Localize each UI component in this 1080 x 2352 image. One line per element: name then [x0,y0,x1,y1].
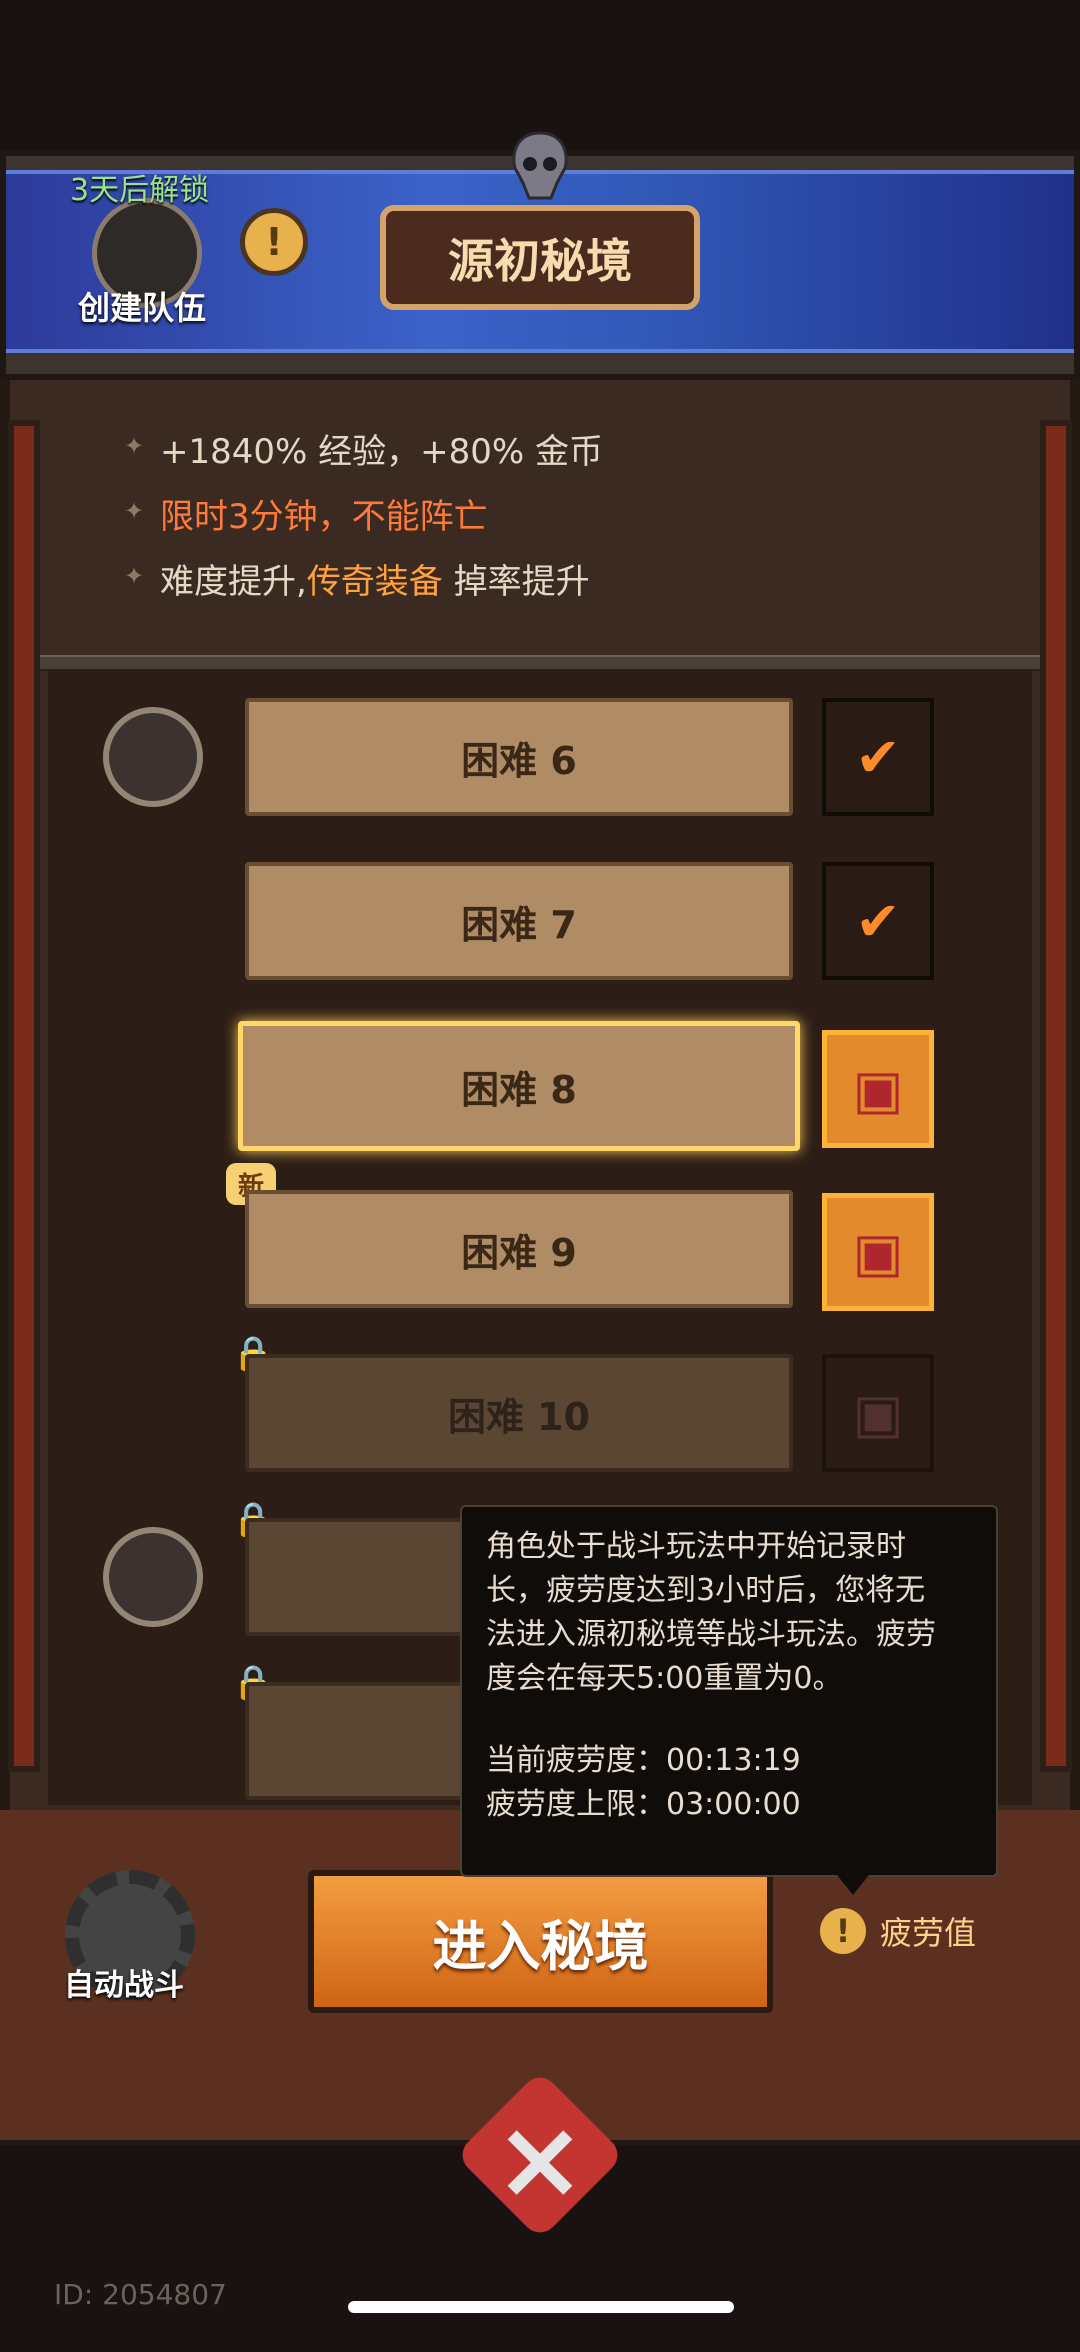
enter-dungeon-button[interactable]: 进入秘境 [308,1870,773,2013]
reward-chest-hard-10[interactable]: ▣ [822,1354,934,1472]
create-team-label: 创建队伍 [78,289,207,327]
level-button-hard-8[interactable]: 困难 8 [238,1021,800,1151]
tooltip-line: 长，疲劳度达到3小时后，您将无 [486,1573,926,1608]
skull-icon [512,131,568,200]
hat-reward-icon[interactable] [103,1527,203,1627]
bullet-icon: ✦ [124,562,145,590]
page-title: 源初秘境 [448,233,632,288]
page-title-plate: 源初秘境 [380,205,700,310]
divider [40,655,1040,671]
level-button-hard-6[interactable]: 困难 6 [245,698,793,816]
reward-chest-hard-7[interactable]: ✔ [822,862,934,980]
fatigue-button[interactable]: ! 疲劳值 [820,1908,976,1954]
reward-chest-hard-6[interactable]: ✔ [822,698,934,816]
fatigue-label: 疲劳值 [880,1914,977,1952]
tooltip-line: 角色处于战斗玩法中开始记录时 [486,1529,906,1564]
chest-icon: ▣ [852,1381,904,1445]
close-button[interactable]: × [455,2070,625,2240]
home-indicator[interactable] [348,2301,734,2313]
enter-dungeon-label: 进入秘境 [432,1915,649,1978]
drop-rate-text: 难度提升,传奇装备 掉率提升 [160,554,590,603]
level-button-locked[interactable] [245,1518,475,1636]
right-rail [1040,420,1072,1772]
level-button-hard-7[interactable]: 困难 7 [245,862,793,980]
legendary-gear-text: 传奇装备 [306,562,443,602]
bullet-icon: ✦ [124,432,145,460]
reward-chest-hard-8[interactable]: ▣ [822,1030,934,1148]
team-unlock-timer: 3天后解锁 [70,173,210,208]
level-button-hard-9[interactable]: 困难 9 [245,1190,793,1308]
exclamation-icon: ! [820,1908,866,1954]
fatigue-tooltip: 角色处于战斗玩法中开始记录时 长，疲劳度达到3小时后，您将无 法进入源初秘境等战… [460,1505,998,1895]
tooltip-arrow [837,1875,869,1895]
chest-icon: ▣ [852,1057,904,1121]
checkmark-icon: ✔ [855,889,901,953]
checkmark-icon: ✔ [855,725,901,789]
tooltip-line: 度会在每天5:00重置为0。 [486,1661,843,1696]
bullet-icon: ✦ [124,497,145,525]
level-button-hard-10[interactable]: 困难 10 [245,1354,793,1472]
armor-reward-icon[interactable] [103,707,203,807]
fatigue-limit: 疲劳度上限：03:00:00 [486,1787,801,1822]
drop-rate-prefix: 难度提升, [160,562,307,602]
left-rail [8,420,40,1772]
drop-rate-suffix: 掉率提升 [442,562,590,602]
time-limit-text: 限时3分钟，不能阵亡 [160,497,488,537]
level-button-locked[interactable] [245,1682,475,1800]
auto-battle-label: 自动战斗 [64,1968,184,2003]
tooltip-line: 法进入源初秘境等战斗玩法。疲劳 [486,1617,936,1652]
bonus-text: +1840% 经验，+80% 金币 [160,432,603,472]
info-button[interactable]: ! [240,208,308,276]
exclamation-icon: ! [265,220,283,264]
user-id: ID: 2054807 [54,2278,227,2311]
close-icon: × [493,2095,587,2223]
current-fatigue: 当前疲劳度：00:13:19 [486,1743,801,1778]
reward-chest-hard-9[interactable]: ▣ [822,1193,934,1311]
tooltip-spacer [486,1701,972,1739]
chest-icon: ▣ [852,1220,904,1284]
